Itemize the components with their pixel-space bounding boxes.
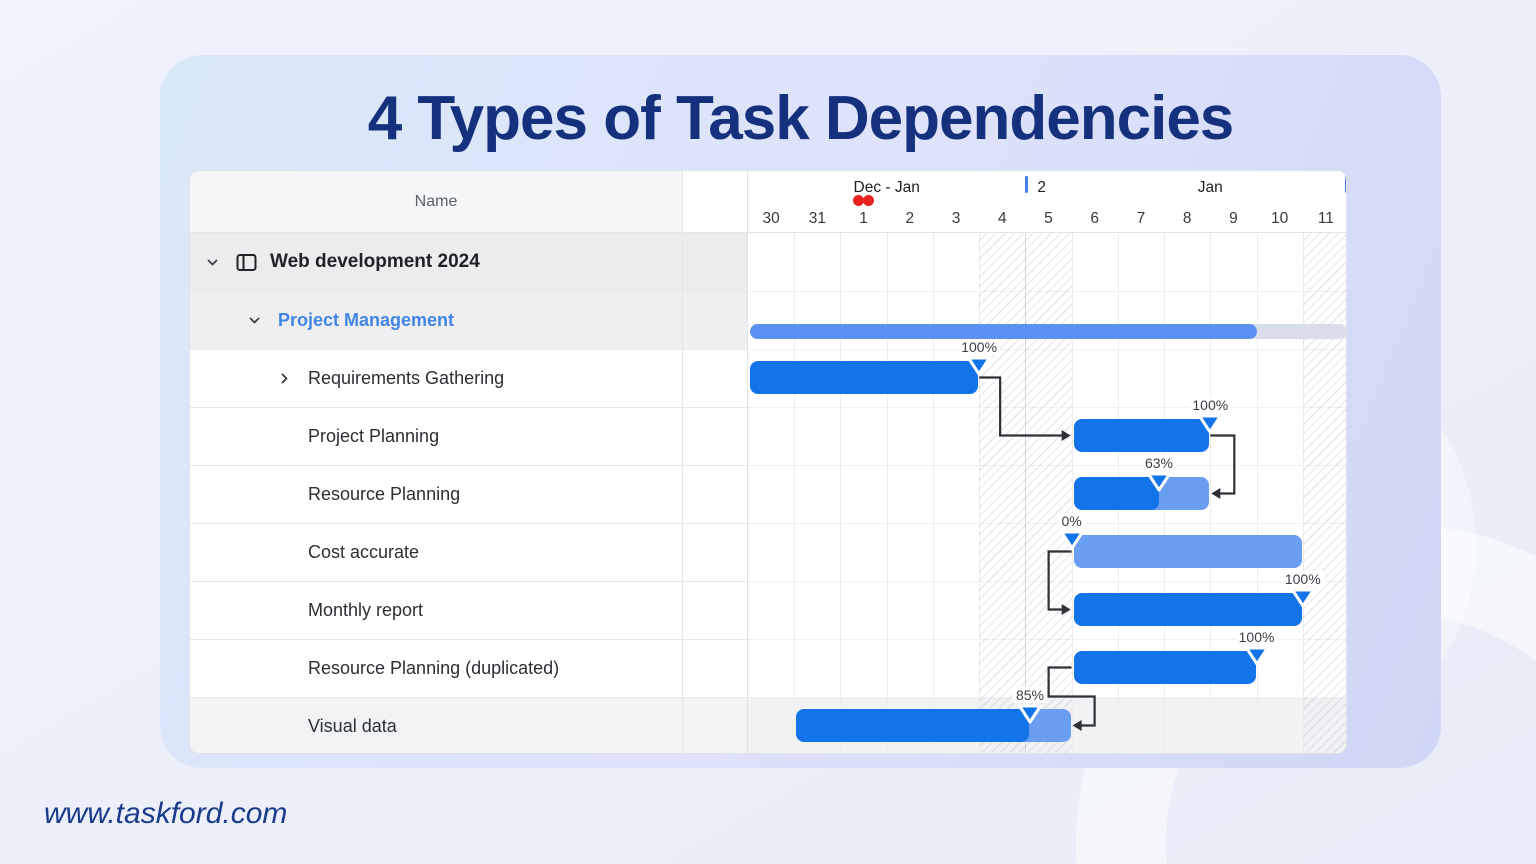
name-column-header: Name — [190, 171, 682, 232]
extra-cell — [682, 524, 747, 581]
timeline-header: Dec - Jan2Jan30311234567891011 — [748, 171, 1347, 233]
page-title: 4 Types of Task Dependencies — [160, 83, 1441, 154]
task-label: Resource Planning (duplicated) — [308, 658, 559, 679]
day-label: 7 — [1118, 210, 1164, 228]
week-label: Jan — [1072, 179, 1347, 197]
day-label: 4 — [979, 210, 1025, 228]
progress-marker-icon[interactable] — [1290, 588, 1316, 613]
extra-cell — [682, 408, 747, 465]
task-row-web-development-2024[interactable]: Web development 2024 — [190, 233, 747, 291]
chevron-down-icon[interactable] — [248, 314, 278, 327]
day-label: 31 — [794, 210, 840, 228]
chevron-right-icon[interactable] — [278, 372, 308, 385]
task-name-cell: Web development 2024 — [190, 233, 682, 291]
connector-arrowhead — [1062, 430, 1071, 441]
week-label: 2 — [1037, 179, 1046, 197]
progress-marker-icon[interactable] — [1017, 704, 1043, 729]
task-row-project-management[interactable]: Project Management — [190, 291, 747, 349]
progress-label: 100% — [1225, 629, 1289, 645]
day-label: 11 — [1303, 210, 1347, 228]
chevron-down-icon[interactable] — [206, 256, 236, 269]
extra-cell — [682, 582, 747, 639]
task-name-cell: Cost accurate — [190, 524, 682, 581]
task-label: Resource Planning — [308, 484, 460, 505]
task-name-cell: Monthly report — [190, 582, 682, 639]
today-marker-icon — [863, 195, 874, 206]
extra-cell — [682, 350, 747, 407]
progress-marker-icon[interactable] — [1146, 472, 1172, 497]
progress-marker-icon[interactable] — [1197, 414, 1223, 439]
extra-column-header — [682, 171, 747, 232]
week-divider-tick — [1345, 176, 1347, 193]
table-header: Name — [190, 171, 747, 233]
extra-cell — [682, 698, 747, 754]
layout-icon — [236, 253, 270, 272]
page-background: 4 Types of Task Dependencies Name Web de… — [0, 0, 1536, 864]
connector-arrowhead — [1062, 604, 1071, 615]
day-label: 1 — [840, 210, 886, 228]
connector-arrowhead — [1073, 720, 1082, 731]
connector-finish-to-start — [979, 378, 1062, 436]
progress-label: 63% — [1127, 455, 1191, 471]
progress-label: 100% — [947, 339, 1011, 355]
day-label: 9 — [1210, 210, 1256, 228]
task-row-monthly-report[interactable]: Monthly report — [190, 581, 747, 639]
day-label: 30 — [748, 210, 794, 228]
week-divider-tick — [1025, 176, 1028, 193]
gantt-panel: Name Web development 2024 Project Managem… — [189, 170, 1347, 754]
task-table: Name Web development 2024 Project Managem… — [190, 171, 747, 753]
table-rows: Web development 2024 Project Management Re… — [190, 233, 747, 754]
day-label: 8 — [1164, 210, 1210, 228]
task-label: Requirements Gathering — [308, 368, 504, 389]
task-row-visual-data[interactable]: Visual data — [190, 697, 747, 754]
task-label: Web development 2024 — [270, 251, 480, 273]
day-label: 10 — [1257, 210, 1303, 228]
task-row-resource-planning[interactable]: Resource Planning — [190, 465, 747, 523]
infographic-card: 4 Types of Task Dependencies Name Web de… — [160, 55, 1441, 768]
task-row-requirements-gathering[interactable]: Requirements Gathering — [190, 349, 747, 407]
task-label: Monthly report — [308, 600, 423, 621]
extra-cell — [682, 233, 747, 291]
progress-label: 0% — [1040, 513, 1104, 529]
task-row-project-planning[interactable]: Project Planning — [190, 407, 747, 465]
progress-marker-icon[interactable] — [1244, 646, 1270, 671]
day-label: 5 — [1025, 210, 1071, 228]
dependency-connectors — [748, 233, 1347, 754]
day-label: 6 — [1072, 210, 1118, 228]
progress-label: 100% — [1271, 571, 1335, 587]
task-name-cell: Resource Planning — [190, 466, 682, 523]
task-label: Project Planning — [308, 426, 439, 447]
connector-arrowhead — [1211, 488, 1220, 499]
connector-start-to-start — [1049, 552, 1072, 610]
task-row-cost-accurate[interactable]: Cost accurate — [190, 523, 747, 581]
progress-label: 85% — [998, 687, 1062, 703]
task-label: Visual data — [308, 716, 397, 737]
gantt-chart: Dec - Jan2Jan30311234567891011 100%100%6… — [747, 171, 1347, 754]
task-label: Cost accurate — [308, 542, 419, 563]
task-name-cell: Visual data — [190, 698, 682, 754]
progress-marker-icon[interactable] — [1059, 530, 1085, 555]
chart-rows: 100% 100% 63% 0% 100% 100% 85% — [748, 233, 1347, 754]
progress-label: 100% — [1178, 397, 1242, 413]
extra-cell — [682, 292, 747, 349]
extra-cell — [682, 466, 747, 523]
progress-marker-icon[interactable] — [966, 356, 992, 381]
task-name-cell: Project Management — [190, 292, 682, 349]
website-url: www.taskford.com — [44, 797, 287, 831]
day-label: 2 — [887, 210, 933, 228]
connector-finish-to-finish — [1210, 436, 1234, 494]
task-name-cell: Project Planning — [190, 408, 682, 465]
day-label: 3 — [933, 210, 979, 228]
task-label: Project Management — [278, 310, 454, 331]
task-name-cell: Requirements Gathering — [190, 350, 682, 407]
week-label: Dec - Jan — [748, 179, 1025, 197]
extra-cell — [682, 640, 747, 697]
task-row-resource-planning-duplicated[interactable]: Resource Planning (duplicated) — [190, 639, 747, 697]
task-name-cell: Resource Planning (duplicated) — [190, 640, 682, 697]
